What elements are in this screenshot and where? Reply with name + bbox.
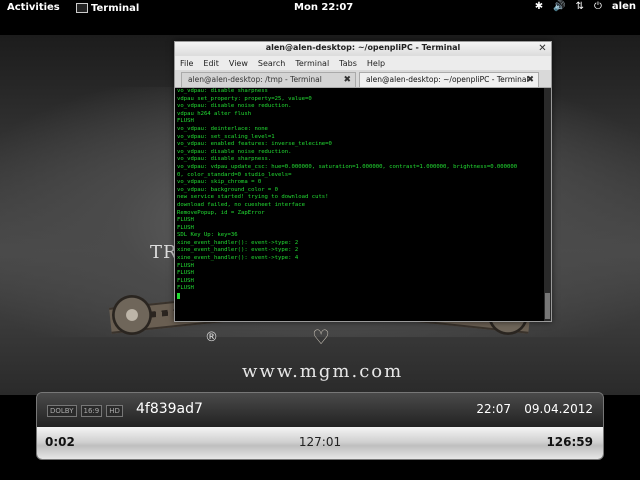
info-bar-bottom: 0:02 127:01 126:59 — [37, 427, 603, 459]
terminal-window[interactable]: alen@alen-desktop: ~/openpliPC - Termina… — [174, 41, 552, 322]
terminal-line: vo_vdpau: disable noise reduction. — [177, 148, 292, 155]
terminal-line: vo_vdpau: deinterlace: none — [177, 125, 268, 132]
activities-button[interactable]: Activities — [7, 2, 60, 13]
heart-icon: ♡ — [312, 325, 330, 349]
clock[interactable]: Mon 22:07 — [294, 2, 353, 13]
tab-label: alen@alen-desktop: /tmp - Terminal — [188, 75, 322, 84]
close-icon[interactable]: ✕ — [537, 43, 548, 54]
current-date: 09.04.2012 — [524, 402, 593, 416]
aspect-badge-icon: 16:9 — [80, 405, 103, 417]
terminal-line: vo_vdpau: enabled features: inverse_tele… — [177, 141, 332, 148]
terminal-line: FLUSH — [177, 270, 194, 277]
terminal-line: vo_vdpau: background_color = 0 — [177, 186, 279, 193]
power-icon[interactable]: ⏻ — [594, 1, 602, 12]
terminal-line: vo_vdpau: disable noise reduction. — [177, 103, 292, 110]
film-reel-left — [112, 295, 152, 335]
player-info-bar: DOLBY 16:9 HD 4f839ad7 22:07 09.04.2012 … — [36, 392, 604, 460]
menu-search[interactable]: Search — [258, 59, 285, 68]
terminal-line: FLUSH — [177, 277, 194, 284]
format-badges: DOLBY 16:9 HD — [47, 405, 123, 417]
accessibility-icon[interactable]: ✱ — [535, 1, 543, 12]
terminal-line: vo_vdpau: set_scaling_level=1 — [177, 133, 275, 140]
hd-badge-icon: HD — [106, 405, 123, 417]
terminal-output: vo_vdpau: disable sharpness vdpau set_pro… — [177, 88, 543, 301]
media-title: 4f839ad7 — [136, 401, 203, 417]
terminal-line: 0, color_standard=0 studio_levels= — [177, 171, 292, 178]
terminal-line: SDL Key Up: key=36 — [177, 232, 238, 239]
menu-view[interactable]: View — [229, 59, 248, 68]
tab-close-icon[interactable]: ✖ — [526, 73, 534, 87]
logo-url: www.mgm.com — [242, 361, 404, 382]
network-icon[interactable]: ⇅ — [576, 1, 584, 12]
registered-mark: ® — [205, 330, 218, 345]
terminal-line: vo_vdpau: skip_chroma = 0 — [177, 179, 262, 186]
terminal-line: vo_vdpau: disable sharpness — [177, 88, 268, 94]
menu-file[interactable]: File — [180, 59, 193, 68]
terminal-cursor-line — [177, 293, 543, 301]
current-time: 22:07 — [476, 402, 511, 416]
terminal-line: vdpau h264 alter flush — [177, 110, 252, 117]
tab-tmp[interactable]: alen@alen-desktop: /tmp - Terminal ✖ — [181, 72, 356, 87]
top-bar: Activities Terminal Mon 22:07 ✱ 🔊 ⇅ ⏻ al… — [0, 0, 640, 17]
window-titlebar[interactable]: alen@alen-desktop: ~/openpliPC - Termina… — [175, 42, 551, 56]
scrollbar[interactable] — [544, 88, 551, 321]
volume-icon[interactable]: 🔊 — [553, 1, 565, 12]
tab-label: alen@alen-desktop: ~/openpliPC - Termina… — [366, 75, 529, 84]
app-menu-label: Terminal — [91, 2, 140, 14]
terminal-line: FLUSH — [177, 285, 194, 292]
tab-bar: alen@alen-desktop: /tmp - Terminal ✖ ale… — [175, 70, 551, 88]
info-bar-top: DOLBY 16:9 HD 4f839ad7 22:07 09.04.2012 — [37, 393, 603, 427]
terminal-app-icon — [76, 3, 88, 13]
cursor-icon — [177, 293, 180, 300]
terminal-screen[interactable]: vo_vdpau: disable sharpness vdpau set_pro… — [175, 88, 551, 321]
menu-tabs[interactable]: Tabs — [339, 59, 357, 68]
terminal-line: FLUSH — [177, 262, 194, 269]
tab-close-icon[interactable]: ✖ — [343, 73, 351, 87]
terminal-line: download failed, no cuesheet interface — [177, 201, 305, 208]
terminal-line: vo_vdpau: disable sharpness. — [177, 156, 272, 163]
app-menu[interactable]: Terminal — [76, 1, 139, 15]
menu-bar: File Edit View Search Terminal Tabs Help — [175, 56, 551, 70]
user-menu[interactable]: alen — [612, 1, 636, 12]
remaining-time: 126:59 — [546, 435, 593, 449]
terminal-line: FLUSH — [177, 118, 194, 125]
terminal-line: vdpau set_property: property=25, value=0 — [177, 95, 312, 102]
tab-openplipc[interactable]: alen@alen-desktop: ~/openpliPC - Termina… — [359, 72, 539, 87]
terminal-line: xine_event_handler(): event->type: 2 — [177, 247, 299, 254]
terminal-line: new service started! trying to download … — [177, 194, 329, 201]
menu-terminal[interactable]: Terminal — [295, 59, 329, 68]
position-time: 127:01 — [298, 435, 342, 449]
terminal-line: xine_event_handler(): event->type: 4 — [177, 255, 299, 262]
system-tray: ✱ 🔊 ⇅ ⏻ alen — [535, 1, 636, 12]
menu-help[interactable]: Help — [367, 59, 385, 68]
terminal-line: RemovePopup, id = ZapError — [177, 209, 265, 216]
menu-edit[interactable]: Edit — [203, 59, 219, 68]
terminal-line: vo_vdpau: vdpau_update_csc: hue=0.000000… — [177, 163, 518, 170]
dolby-badge-icon: DOLBY — [47, 405, 77, 417]
terminal-line: FLUSH — [177, 224, 194, 231]
terminal-line: xine_event_handler(): event->type: 2 — [177, 239, 299, 246]
terminal-line: FLUSH — [177, 217, 194, 224]
window-title: alen@alen-desktop: ~/openpliPC - Termina… — [265, 43, 461, 52]
scrollbar-thumb[interactable] — [545, 293, 550, 319]
